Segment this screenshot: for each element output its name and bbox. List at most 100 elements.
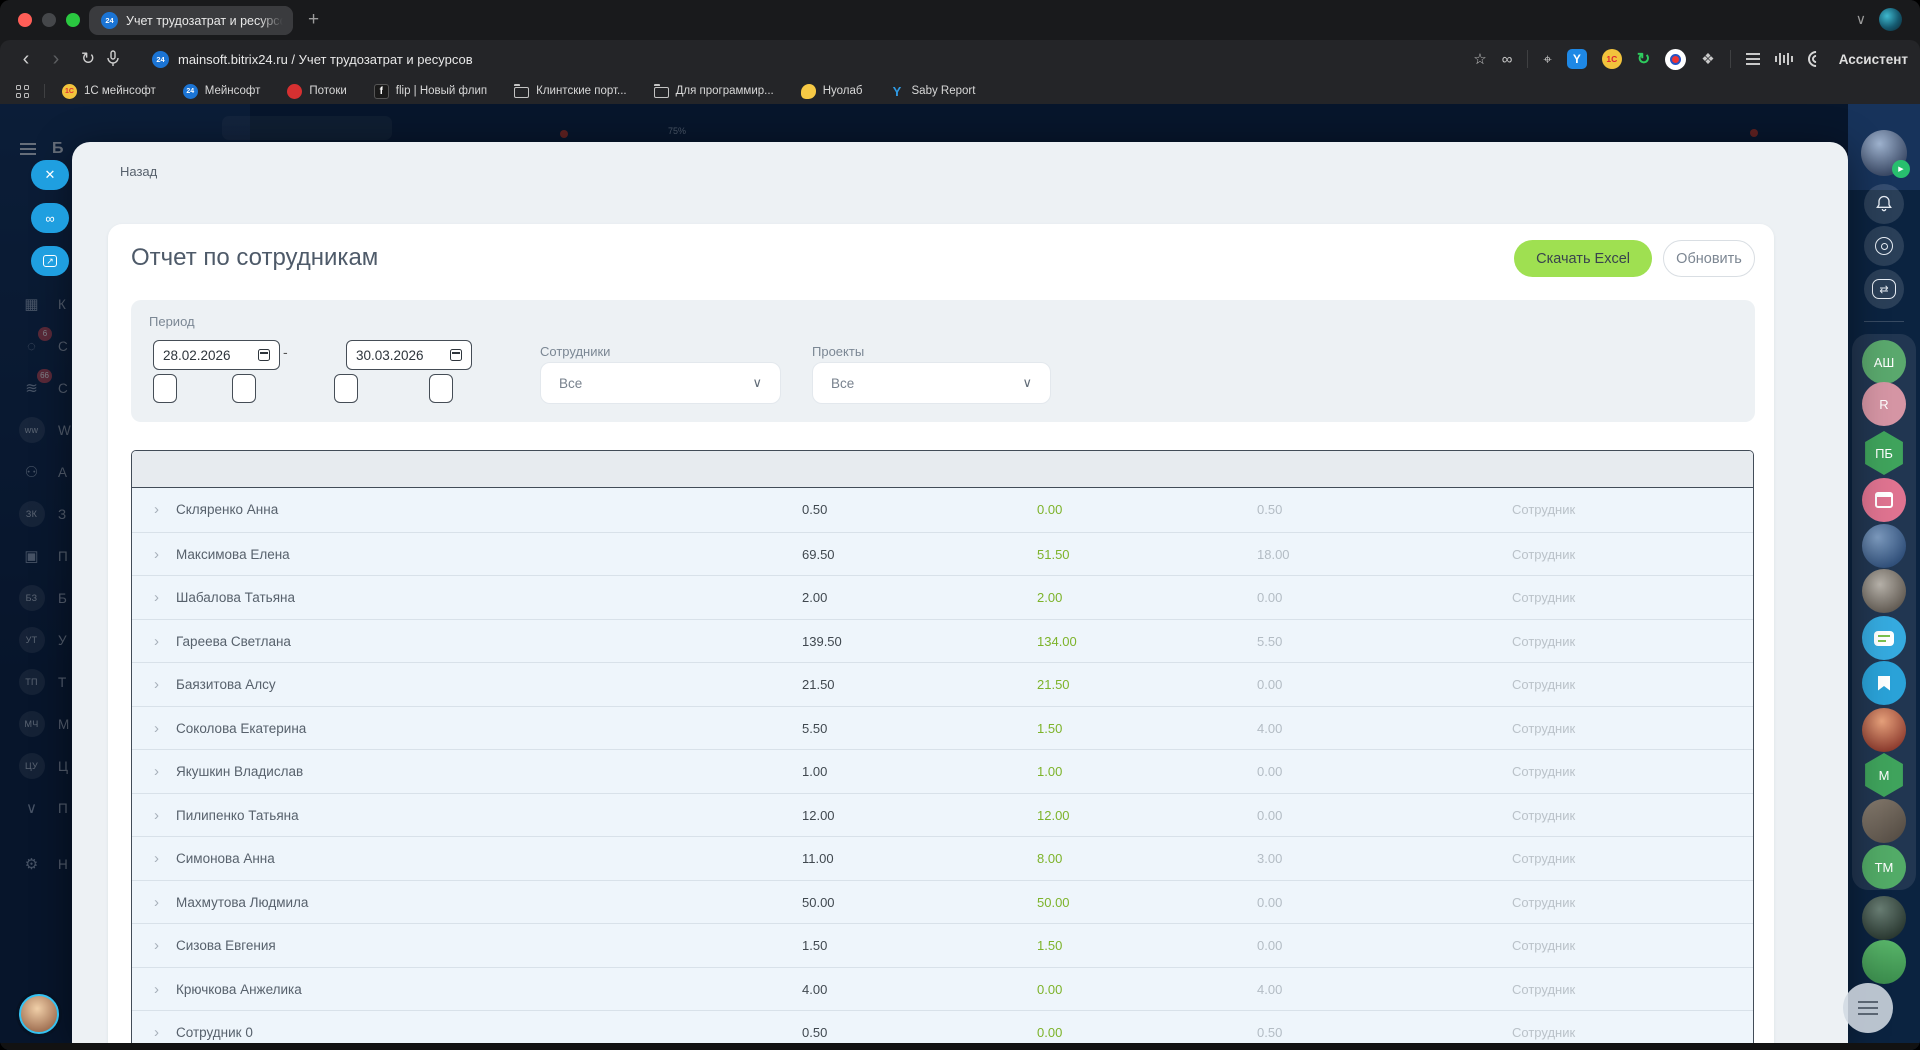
open-in-new-window-button[interactable]: ↗ xyxy=(31,246,69,276)
chat-avatar-initials[interactable]: R xyxy=(1862,382,1906,426)
employee-name: Крючкова Анжелика xyxy=(176,981,302,997)
voice-search-icon[interactable] xyxy=(106,50,120,67)
counted-hours: 0.00 xyxy=(1037,981,1063,997)
bookmark-item[interactable]: Нуолаб xyxy=(800,83,863,99)
user-avatar[interactable]: ▶ xyxy=(1861,130,1910,178)
bookmark-item[interactable]: 24 Мейнсофт xyxy=(182,83,260,99)
bookmark-label: Клинтские порт... xyxy=(536,85,627,97)
quick-range-button[interactable] xyxy=(232,374,256,403)
new-tab-button[interactable]: + xyxy=(308,7,319,33)
row-type: Сотрудник xyxy=(1512,894,1576,910)
table-row[interactable]: › Баязитова Алсу 21.50 21.50 0.00 Сотруд… xyxy=(132,662,1753,706)
expand-chevron-icon[interactable]: › xyxy=(154,707,159,751)
sync-extension-icon[interactable]: ↻ xyxy=(1637,49,1650,69)
bookmark-item[interactable]: f flip | Новый флип xyxy=(373,83,487,99)
yandex-extension-icon[interactable]: Y xyxy=(1566,49,1587,69)
expand-chevron-icon[interactable]: › xyxy=(154,488,159,532)
forward-button[interactable]: › xyxy=(44,40,68,78)
target-extension-icon[interactable] xyxy=(1665,48,1687,70)
voice-equalizer-icon[interactable] xyxy=(1774,53,1793,65)
notifications-button[interactable] xyxy=(1864,184,1904,224)
quick-range-button[interactable] xyxy=(429,374,453,403)
back-button[interactable]: ‹ xyxy=(14,40,38,78)
browser-tab-bar: 24 Учет трудозатрат и ресурсов + ∨ xyxy=(0,0,1920,40)
employee-name: Сотрудник 0 xyxy=(176,1025,253,1040)
copy-link-icon[interactable]: ∞ xyxy=(1502,51,1513,68)
table-row[interactable]: › Махмутова Людмила 50.00 50.00 0.00 Сот… xyxy=(132,879,1753,925)
employees-select[interactable]: Все ∨ xyxy=(540,362,781,404)
expand-chevron-icon[interactable]: › xyxy=(154,837,159,881)
quick-range-button[interactable] xyxy=(334,374,358,403)
focus-button[interactable] xyxy=(1864,226,1904,266)
expand-chevron-icon[interactable]: › xyxy=(154,576,159,620)
group-chat-photo[interactable] xyxy=(1862,799,1906,843)
not-counted-hours: 18.00 xyxy=(1257,546,1290,562)
reload-button[interactable]: ↻ xyxy=(76,40,100,78)
chat-avatar-initials[interactable]: ТМ xyxy=(1862,845,1906,889)
saved-messages-avatar[interactable] xyxy=(1862,661,1906,705)
calendar-chat-avatar[interactable] xyxy=(1862,478,1906,522)
table-row[interactable]: › Сотрудник 0 0.50 0.00 0.50 Сотрудник xyxy=(132,1010,1753,1043)
chat-avatar-photo[interactable] xyxy=(1862,569,1906,613)
copy-link-button[interactable]: ∞ xyxy=(31,203,69,233)
close-window-button[interactable] xyxy=(18,13,32,27)
minimize-window-button[interactable] xyxy=(42,13,56,27)
refresh-button[interactable]: Обновить xyxy=(1663,240,1755,277)
expand-chevron-icon[interactable]: › xyxy=(154,1011,159,1043)
quick-range-button[interactable] xyxy=(153,374,177,403)
bookmark-item[interactable]: Для программир... xyxy=(653,83,774,98)
url-text[interactable]: mainsoft.bitrix24.ru / Учет трудозатрат … xyxy=(178,40,473,78)
browser-tab[interactable]: 24 Учет трудозатрат и ресурсов xyxy=(89,6,293,35)
messenger-button[interactable]: ⇄ xyxy=(1864,269,1904,309)
assistant-wave-icon[interactable] xyxy=(1808,51,1824,67)
table-row[interactable]: › Сизова Евгения 1.50 1.50 0.00 Сотрудни… xyxy=(132,923,1753,967)
table-row[interactable]: › Симонова Анна 11.00 8.00 3.00 Сотрудни… xyxy=(132,836,1753,880)
table-row[interactable]: › Якушкин Владислав 1.00 1.00 0.00 Сотру… xyxy=(132,749,1753,793)
toolbar-icons: ☆ ∞ ⌖ Y 1С ↻ ❖ Ассистент xyxy=(1473,40,1908,78)
screenshot-icon[interactable]: ⌖ xyxy=(1543,51,1551,68)
bookmark-item[interactable]: 1С 1С мейнсофт xyxy=(62,83,156,99)
chat-avatar-photo[interactable] xyxy=(1862,896,1906,940)
table-row[interactable]: › Скляренко Анна 0.50 0.00 0.50 Сотрудни… xyxy=(132,488,1753,532)
fullscreen-window-button[interactable] xyxy=(66,13,80,27)
table-row[interactable]: › Гареева Светлана 139.50 134.00 5.50 Со… xyxy=(132,618,1753,664)
window-controls[interactable] xyxy=(18,13,80,27)
expand-chevron-icon[interactable]: › xyxy=(154,968,159,1012)
current-user-avatar[interactable] xyxy=(19,994,59,1034)
reader-mode-icon[interactable] xyxy=(1745,58,1760,60)
apps-grid-icon[interactable] xyxy=(16,84,29,98)
expand-chevron-icon[interactable]: › xyxy=(154,794,159,838)
bookmark-item[interactable]: Потоки xyxy=(287,83,347,99)
bookmark-star-icon[interactable]: ☆ xyxy=(1473,50,1486,68)
chat-avatar-photo[interactable] xyxy=(1862,524,1906,568)
table-row[interactable]: › Соколова Екатерина 5.50 1.50 4.00 Сотр… xyxy=(132,705,1753,751)
table-row[interactable]: › Крючкова Анжелика 4.00 0.00 4.00 Сотру… xyxy=(132,966,1753,1012)
expand-chevron-icon[interactable]: › xyxy=(154,924,159,968)
bookmark-item[interactable]: Y Saby Report xyxy=(890,84,976,99)
back-link[interactable]: Назад xyxy=(120,164,157,179)
expand-chevron-icon[interactable]: › xyxy=(154,620,159,664)
bookmark-item[interactable]: Клинтские порт... xyxy=(514,83,627,98)
browser-profile-avatar[interactable] xyxy=(1879,8,1902,31)
table-row[interactable]: › Шабалова Татьяна 2.00 2.00 0.00 Сотруд… xyxy=(132,575,1753,619)
not-counted-hours: 0.50 xyxy=(1257,502,1283,517)
chat-avatar-photo[interactable] xyxy=(1862,940,1906,984)
projects-select[interactable]: Все ∨ xyxy=(812,362,1051,404)
tab-list-chevron-icon[interactable]: ∨ xyxy=(1856,11,1866,28)
expand-chevron-icon[interactable]: › xyxy=(154,533,159,577)
expand-chevron-icon[interactable]: › xyxy=(154,881,159,925)
chat-avatar-photo[interactable] xyxy=(1862,708,1906,752)
assistant-label[interactable]: Ассистент xyxy=(1839,52,1908,67)
1c-extension-icon[interactable]: 1С xyxy=(1601,49,1622,69)
group-chat-avatar[interactable] xyxy=(1862,616,1906,660)
chat-avatar-initials[interactable]: АШ xyxy=(1862,340,1906,384)
table-row[interactable]: › Пилипенко Татьяна 12.00 12.00 0.00 Сот… xyxy=(132,792,1753,838)
row-type: Сотрудник xyxy=(1512,633,1576,649)
close-slider-button[interactable]: ✕ xyxy=(31,160,69,190)
table-row[interactable]: › Максимова Елена 69.50 51.50 18.00 Сотр… xyxy=(132,531,1753,577)
download-excel-button[interactable]: Скачать Excel xyxy=(1514,240,1652,277)
extensions-puzzle-icon[interactable]: ❖ xyxy=(1701,50,1714,68)
quick-menu-fab[interactable] xyxy=(1843,983,1893,1033)
expand-chevron-icon[interactable]: › xyxy=(154,750,159,794)
expand-chevron-icon[interactable]: › xyxy=(154,663,159,707)
